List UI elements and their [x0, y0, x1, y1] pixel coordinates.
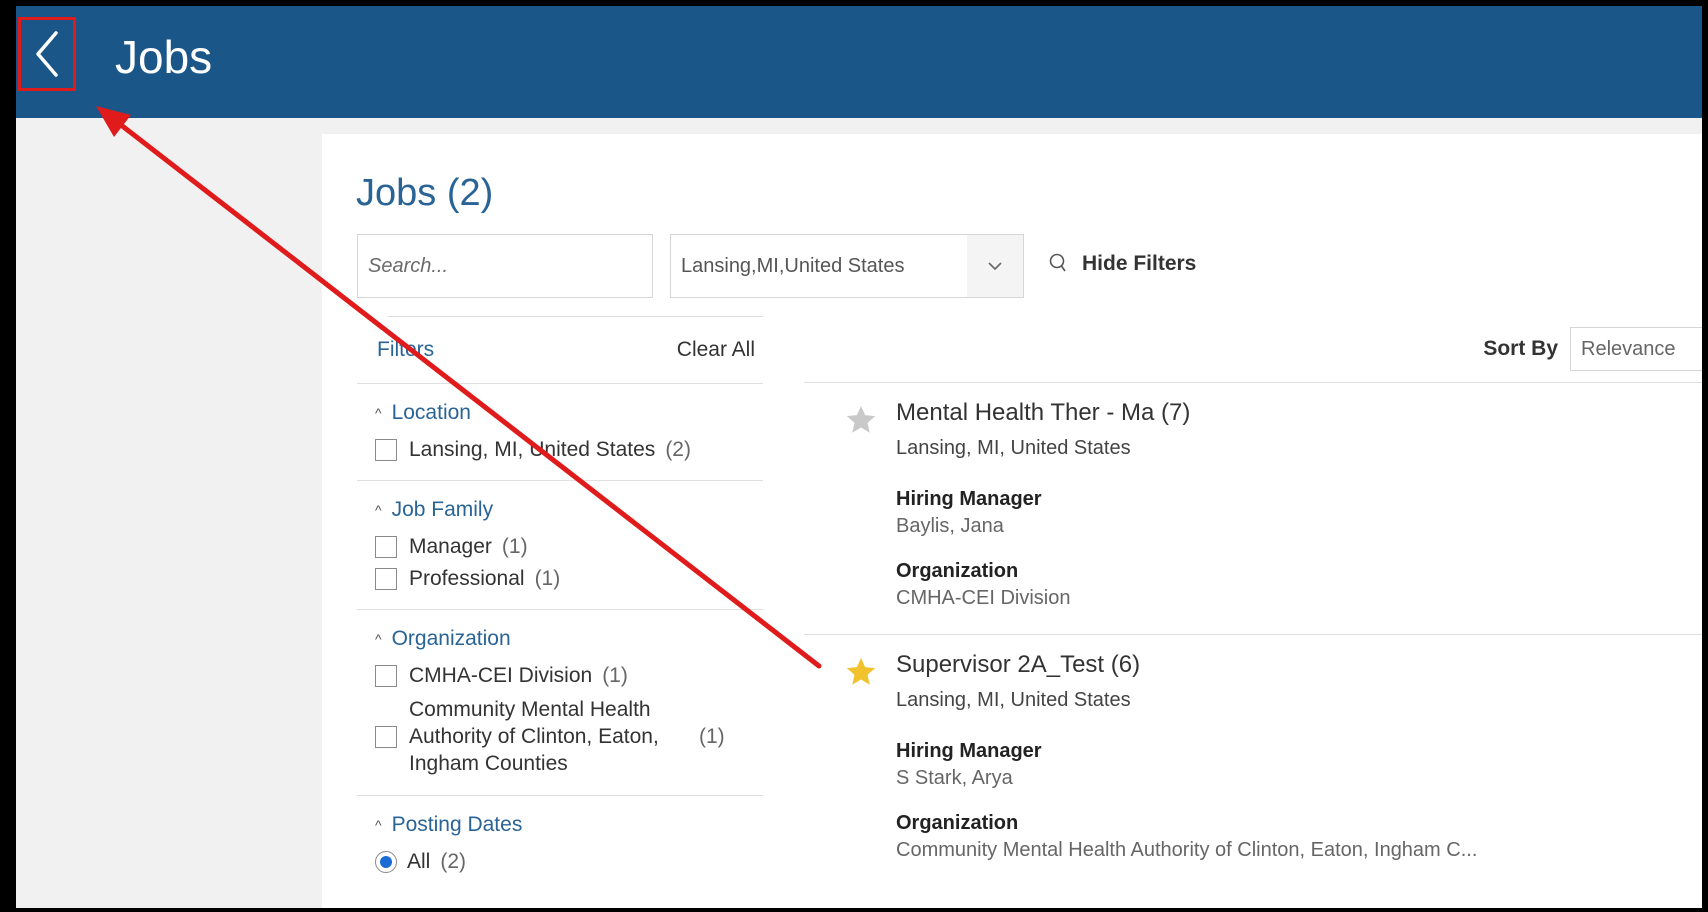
- chevron-up-icon: ^: [375, 502, 382, 518]
- location-select-value: Lansing,MI,United States: [681, 254, 905, 277]
- filter-option-label: All: [407, 850, 431, 873]
- filter-option[interactable]: CMHA-CEI Division (1): [375, 664, 763, 688]
- filter-group-organization: ^ Organization CMHA-CEI Division (1) Com…: [357, 610, 763, 796]
- filter-group-toggle-organization[interactable]: ^ Organization: [375, 624, 763, 654]
- filter-option-count: (1): [501, 535, 528, 558]
- search-icon: [1049, 253, 1066, 272]
- filters-header: Filters Clear All: [357, 317, 763, 384]
- chevron-up-icon: ^: [375, 405, 382, 421]
- app-header: Jobs: [16, 6, 1702, 118]
- filter-group-posting-dates: ^ Posting Dates All (2): [357, 796, 763, 892]
- search-input[interactable]: [357, 234, 653, 298]
- checkbox[interactable]: [375, 536, 397, 558]
- dropdown-toggle[interactable]: [967, 235, 1023, 297]
- star-icon[interactable]: [844, 403, 878, 437]
- job-card: Supervisor 2A_Test (6) Lansing, MI, Unit…: [804, 635, 1702, 908]
- filter-group-title: Posting Dates: [391, 813, 523, 836]
- checkbox[interactable]: [375, 568, 397, 590]
- hide-filters-button[interactable]: Hide Filters: [1048, 252, 1196, 276]
- sort-by-label: Sort By: [1483, 337, 1558, 360]
- filter-option-label: Lansing, MI, United States: [409, 438, 656, 461]
- sort-select[interactable]: Relevance: [1570, 327, 1702, 371]
- star-icon[interactable]: [844, 655, 878, 689]
- filter-option-count: (2): [440, 850, 467, 873]
- sort-bar: Sort By Relevance: [804, 316, 1702, 383]
- hide-filters-label: Hide Filters: [1082, 252, 1197, 275]
- chevron-up-icon: ^: [375, 631, 382, 647]
- organization-label: Organization: [896, 812, 1019, 834]
- job-title-link[interactable]: Supervisor 2A_Test (6): [896, 651, 1702, 679]
- filter-group-title: Location: [391, 401, 471, 424]
- organization-label: Organization: [896, 560, 1019, 582]
- radio-selected-dot: [380, 856, 392, 868]
- job-title-link[interactable]: Mental Health Ther - Ma (7): [896, 399, 1702, 427]
- radio-button[interactable]: [375, 851, 397, 873]
- filter-option-count: (1): [534, 567, 561, 590]
- chevron-left-icon: [36, 31, 58, 77]
- filter-option[interactable]: Manager (1): [375, 535, 763, 559]
- filters-label: Filters: [377, 338, 435, 361]
- back-button[interactable]: [18, 17, 76, 91]
- filter-group-toggle-job-family[interactable]: ^ Job Family: [375, 495, 763, 525]
- job-card: Mental Health Ther - Ma (7) Lansing, MI,…: [804, 383, 1702, 635]
- filter-option-count: (2): [665, 438, 691, 461]
- filter-group-title: Organization: [391, 627, 511, 650]
- chevron-down-icon: [988, 262, 1002, 271]
- filter-option-label: CMHA-CEI Division: [409, 664, 593, 687]
- filter-option-label: Community Mental Health Authority of Cli…: [409, 698, 659, 775]
- filter-group-title: Job Family: [391, 498, 494, 521]
- hiring-manager-value: S Stark, Arya: [896, 767, 1013, 789]
- filter-group-location: ^ Location Lansing, MI, United States (2…: [357, 384, 763, 481]
- filter-option-count: (1): [602, 664, 628, 687]
- filter-option[interactable]: Community Mental Health Authority of Cli…: [375, 696, 763, 777]
- hiring-manager-label: Hiring Manager: [896, 740, 1042, 762]
- filter-option-label: Professional: [409, 567, 525, 590]
- job-location: Lansing, MI, United States: [896, 437, 1131, 459]
- organization-value: CMHA-CEI Division: [896, 587, 1071, 609]
- filter-option-label: Manager: [409, 535, 492, 558]
- jobs-panel: Jobs (2) Lansing,MI,United States Hide F…: [322, 134, 1702, 908]
- checkbox[interactable]: [375, 439, 397, 461]
- filters-sidebar: Filters Clear All ^ Location Lansing, MI…: [357, 316, 763, 892]
- chevron-up-icon: ^: [375, 817, 382, 833]
- location-select[interactable]: Lansing,MI,United States: [670, 234, 1024, 298]
- app-window: Jobs Jobs (2) Lansing,MI,United States H…: [0, 0, 1708, 912]
- filter-group-toggle-posting-dates[interactable]: ^ Posting Dates: [375, 810, 763, 840]
- job-location: Lansing, MI, United States: [896, 689, 1131, 711]
- hiring-manager-value: Baylis, Jana: [896, 515, 1004, 537]
- filter-group-toggle-location[interactable]: ^ Location: [375, 398, 763, 428]
- filter-option-count: (1): [699, 724, 725, 748]
- filter-option[interactable]: All (2): [375, 850, 763, 874]
- job-results: Sort By Relevance Mental Health Ther - M…: [804, 316, 1702, 908]
- checkbox[interactable]: [375, 725, 397, 748]
- organization-value: Community Mental Health Authority of Cli…: [896, 839, 1478, 861]
- filter-group-job-family: ^ Job Family Manager (1) Professional (1…: [357, 481, 763, 610]
- clear-all-button[interactable]: Clear All: [677, 338, 755, 362]
- checkbox[interactable]: [375, 665, 397, 687]
- hiring-manager-label: Hiring Manager: [896, 488, 1042, 510]
- page-title: Jobs (2): [356, 172, 494, 214]
- header-title: Jobs: [115, 31, 213, 83]
- filter-option[interactable]: Lansing, MI, United States (2): [375, 438, 763, 462]
- filter-option[interactable]: Professional (1): [375, 567, 763, 591]
